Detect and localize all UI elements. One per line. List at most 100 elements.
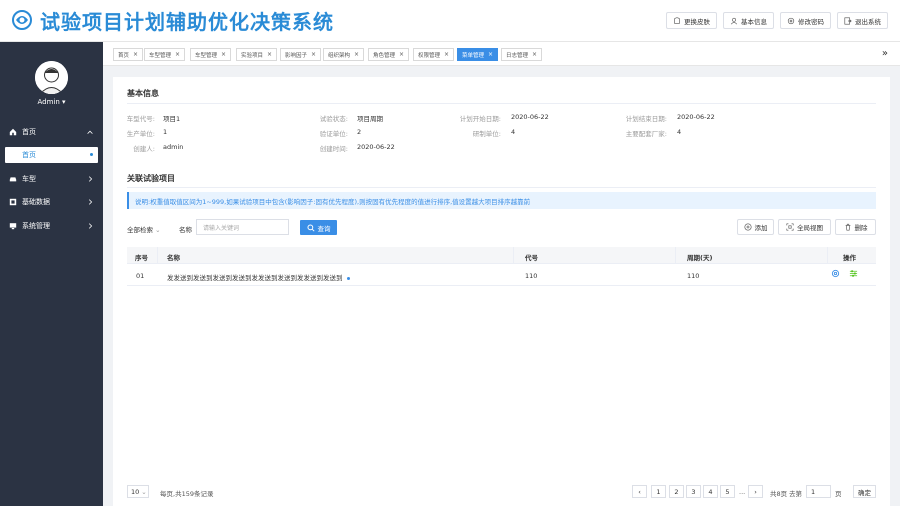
page-info: 每页,共159条记录 xyxy=(160,490,214,498)
page-ellipsis: ... xyxy=(739,488,746,496)
table-row[interactable]: 01 发发送到发送到发送到发送到发发送到发送到发发送到发送到 110 110 xyxy=(127,264,876,286)
close-icon[interactable]: × xyxy=(354,51,359,58)
chevron-down-icon: ⌄ xyxy=(155,226,161,234)
verify-unit-value: 2 xyxy=(357,128,362,136)
add-button[interactable]: 添加 xyxy=(737,219,774,235)
tab-label: 日志管理 xyxy=(506,52,529,59)
sidebar-item-label: 系统管理 xyxy=(22,222,50,230)
tab-permission[interactable]: 权限管理 × xyxy=(413,48,455,61)
tab-label: 组织架构 xyxy=(328,52,351,59)
total-pages: 共8页 xyxy=(770,490,788,498)
trash-icon xyxy=(845,223,850,231)
tab-impact-factor[interactable]: 影响因子 × xyxy=(280,48,322,61)
close-icon[interactable]: × xyxy=(267,51,272,58)
column-divider xyxy=(675,247,676,264)
tab-role[interactable]: 角色管理 × xyxy=(368,48,410,61)
sidebar-item-system[interactable]: 系统管理 xyxy=(0,216,103,236)
add-button-label: 添加 xyxy=(754,224,768,232)
close-icon[interactable]: × xyxy=(221,51,226,58)
tab-car-manage-2[interactable]: 车型管理 × xyxy=(190,48,232,61)
divider xyxy=(127,103,876,104)
delete-button[interactable]: 删除 xyxy=(835,219,876,235)
basic-info-title: 基本信息 xyxy=(127,89,159,98)
basic-info-button[interactable]: 基本信息 xyxy=(723,12,774,29)
chevron-right-icon xyxy=(88,176,93,182)
tab-test-project[interactable]: 实验项目 × xyxy=(236,48,278,61)
chevron-right-icon: › xyxy=(754,487,757,496)
close-icon[interactable]: × xyxy=(488,51,493,58)
sidebar-item-home[interactable]: 首页 xyxy=(0,122,103,142)
row-name-text: 发发送到发送到发送到发送到发发送到发送到发发送到发送到 xyxy=(167,274,343,282)
settings-icon xyxy=(787,17,795,24)
rd-unit-value: 4 xyxy=(511,128,516,136)
content-card: 基本信息 车型代号: 项目1 试验状态: 项目周期 计划开始日期: 2020-0… xyxy=(113,77,890,506)
sidebar: Admin ▾ 首页 首页 车型 基础数据 系统管理 xyxy=(0,42,103,506)
prev-page-button[interactable]: ‹ xyxy=(632,485,647,498)
page-button[interactable]: 4 xyxy=(703,485,718,498)
next-page-button[interactable]: › xyxy=(748,485,763,498)
page-button[interactable]: 3 xyxy=(686,485,701,498)
page-size-select[interactable]: 10 ⌄ xyxy=(127,485,149,498)
settings-icon[interactable] xyxy=(831,269,840,278)
close-icon[interactable]: × xyxy=(311,51,316,58)
page-button[interactable]: 1 xyxy=(651,485,666,498)
sidebar-item-base-data[interactable]: 基础数据 xyxy=(0,192,103,212)
double-chevron-right-icon[interactable]: » xyxy=(882,48,888,59)
logout-button[interactable]: 退出系统 xyxy=(837,12,888,29)
close-icon[interactable]: × xyxy=(399,51,404,58)
plan-start-label: 计划开始日期: xyxy=(459,115,501,123)
tab-label: 影响因子 xyxy=(285,52,308,59)
change-password-button[interactable]: 修改密码 xyxy=(780,12,831,29)
supplier-label: 主要配套厂家: xyxy=(625,130,667,138)
plan-end-label: 计划结束日期: xyxy=(625,115,667,123)
page-button[interactable]: 2 xyxy=(669,485,684,498)
close-icon[interactable]: × xyxy=(175,51,180,58)
tab-home[interactable]: 首页 × xyxy=(113,48,144,61)
monitor-icon xyxy=(9,223,17,230)
tab-menu[interactable]: 菜单管理 × xyxy=(457,48,499,61)
tab-label: 角色管理 xyxy=(373,52,396,59)
global-view-button[interactable]: 全局视图 xyxy=(778,219,831,235)
tab-org[interactable]: 组织架构 × xyxy=(323,48,365,61)
sidebar-item-label: 基础数据 xyxy=(22,198,50,206)
prod-unit-value: 1 xyxy=(163,128,168,136)
confirm-button[interactable]: 确定 xyxy=(853,485,876,498)
database-icon xyxy=(9,198,17,206)
goto-page-input[interactable]: 1 xyxy=(806,485,831,498)
tab-label: 车型管理 xyxy=(195,52,218,59)
created-value: 2020-06-22 xyxy=(357,143,395,151)
column-divider xyxy=(513,247,514,264)
plan-end-value: 2020-06-22 xyxy=(677,113,715,121)
page-unit: 页 xyxy=(835,490,842,498)
column-divider xyxy=(827,247,828,264)
chevron-right-icon xyxy=(88,223,93,229)
tab-log[interactable]: 日志管理 × xyxy=(501,48,543,61)
sliders-icon[interactable] xyxy=(849,269,858,278)
sidebar-item-label: 首页 xyxy=(22,128,36,136)
tab-car-manage[interactable]: 车型管理 × xyxy=(144,48,186,61)
column-header: 代号 xyxy=(525,254,538,262)
avatar[interactable] xyxy=(35,61,68,94)
logout-icon xyxy=(844,16,852,25)
page-size-value: 10 xyxy=(131,487,140,496)
supplier-value: 4 xyxy=(677,128,682,136)
rd-unit-label: 研制单位: xyxy=(472,130,501,138)
query-button[interactable]: 查询 xyxy=(300,220,337,235)
page-button[interactable]: 5 xyxy=(720,485,735,498)
sidebar-subitem-home[interactable]: 首页 xyxy=(5,147,98,163)
chevron-up-icon xyxy=(87,130,93,134)
filter-dropdown[interactable]: 全部检索 ⌄ xyxy=(127,224,161,234)
sidebar-item-car[interactable]: 车型 xyxy=(0,169,103,189)
tab-label: 菜单管理 xyxy=(462,52,485,59)
app-header: 试验项目计划辅助优化决策系统 更换皮肤 基本信息 修改密码 退出系统 xyxy=(0,0,900,42)
change-skin-button[interactable]: 更换皮肤 xyxy=(666,12,717,29)
home-icon xyxy=(9,128,17,136)
car-icon xyxy=(9,177,17,182)
tab-label: 权限管理 xyxy=(418,52,441,59)
user-menu[interactable]: Admin ▾ xyxy=(0,98,103,106)
close-icon[interactable]: × xyxy=(532,51,537,58)
close-icon[interactable]: × xyxy=(444,51,449,58)
close-icon[interactable]: × xyxy=(133,51,138,58)
search-input[interactable]: 请输入关键词 xyxy=(196,219,289,235)
column-header: 操作 xyxy=(843,254,856,262)
